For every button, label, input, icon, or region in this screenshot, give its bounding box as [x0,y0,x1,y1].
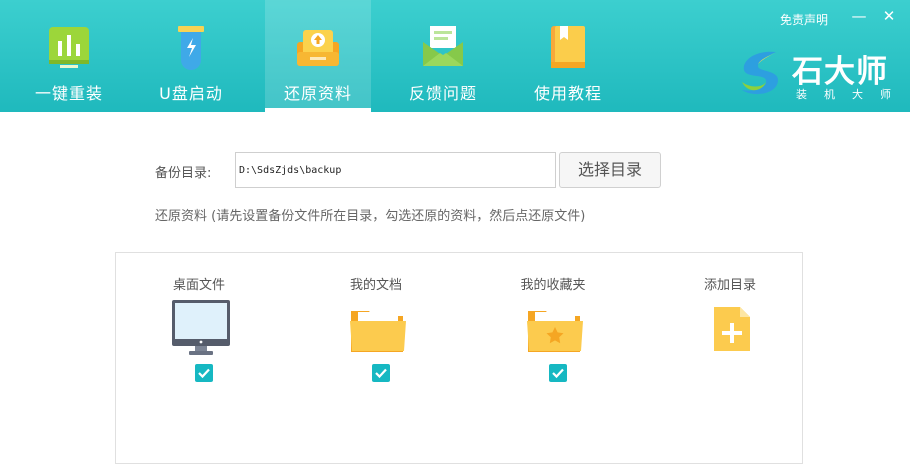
folder-checkbox[interactable] [372,364,390,382]
backup-path-input[interactable] [235,152,556,188]
tab-label: 使用教程 [533,84,602,103]
book-icon [551,26,585,68]
top-bar: 一键重装 U盘启动 还原资料 反馈问题 使用教程 免责声明 — ✕ 石大师 装机… [0,0,910,112]
envelope-icon [423,26,463,66]
restore-hint-text: 还原资料 (请先设置备份文件所在目录，勾选还原的资料，然后点还原文件) [155,209,586,224]
folder-favorites[interactable]: 我的收藏夹 [483,253,623,393]
folder-label: 添加目录 [703,278,756,293]
tab-label: U盘启动 [159,84,223,103]
tab-label: 反馈问题 [408,84,477,103]
tab-tutorial[interactable]: 使用教程 [515,0,621,112]
add-file-icon [714,307,750,351]
folder-checkbox[interactable] [195,364,213,382]
disclaimer-link[interactable]: 免责声明 [780,11,828,28]
checkmark-icon [375,368,387,379]
chart-bars-icon [49,27,89,68]
restore-box-icon [297,30,339,66]
checkmark-icon [198,368,210,379]
add-directory[interactable]: 添加目录 [660,253,800,393]
choose-directory-button[interactable]: 选择目录 [559,152,661,188]
brand-subtitle: 装机大师 [796,88,908,101]
folder-label: 我的文档 [349,278,402,293]
tab-usb-boot[interactable]: U盘启动 [138,0,244,112]
tab-label: 还原资料 [283,84,352,103]
tab-restore-data[interactable]: 还原资料 [265,0,371,112]
tab-label: 一键重装 [34,84,103,103]
usb-drive-icon [178,26,204,70]
backup-dir-label: 备份目录: [155,166,212,181]
checkmark-icon [552,368,564,379]
active-tab-indicator [265,108,371,112]
close-button[interactable]: ✕ [879,6,899,26]
folder-checkbox[interactable] [549,364,567,382]
monitor-icon [172,300,230,355]
restore-items-panel: 桌面文件 我的文档 我的收藏夹 添加目录 [115,252,803,464]
tab-feedback[interactable]: 反馈问题 [390,0,496,112]
folder-icon [350,311,406,352]
folder-label: 桌面文件 [172,278,225,293]
favorites-folder-icon [527,311,583,352]
minimize-button[interactable]: — [849,6,869,26]
brand-name: 石大师 [792,54,888,90]
tab-reinstall[interactable]: 一键重装 [16,0,122,112]
folder-label: 我的收藏夹 [520,278,586,293]
brand-logo-icon [742,51,778,95]
folder-desktop[interactable]: 桌面文件 [129,253,269,393]
folder-documents[interactable]: 我的文档 [306,253,446,393]
